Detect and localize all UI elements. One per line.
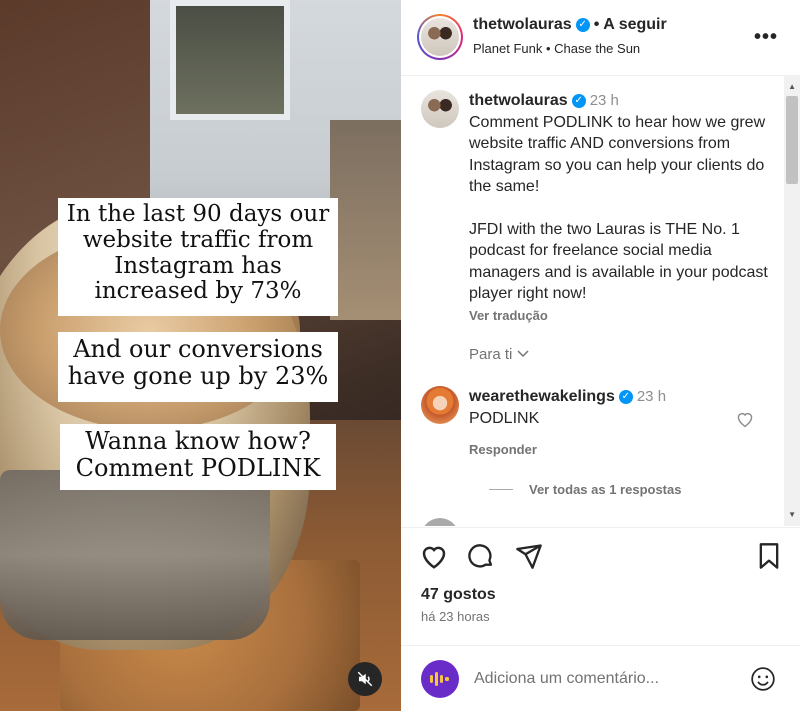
post-panel: thetwolauras ✓ • A seguir Planet Funk • Cha…	[401, 0, 800, 711]
scrollbar-thumb[interactable]	[786, 96, 798, 184]
comments-scroll-area[interactable]: thetwolauras ✓ 23 h Comment PODLINK to hea…	[401, 76, 800, 526]
post-header: thetwolauras ✓ • A seguir Planet Funk • Cha…	[401, 0, 800, 76]
caption-avatar[interactable]	[421, 90, 459, 128]
separator-dot: •	[593, 16, 600, 33]
emoji-icon[interactable]	[750, 666, 776, 697]
post-time-ago: há 23 horas	[421, 609, 490, 624]
view-replies-label: Ver todas as 1 respostas	[529, 482, 682, 497]
add-comment-bar: Adiciona um comentário...	[401, 645, 800, 711]
for-you-label: Para ti	[469, 346, 513, 363]
view-replies-button[interactable]: Ver todas as 1 respostas	[489, 482, 681, 497]
scroll-down-arrow-icon[interactable]: ▼	[788, 510, 796, 519]
music-track-link[interactable]: Planet Funk • Chase the Sun	[473, 41, 640, 56]
chevron-down-icon	[517, 350, 529, 358]
for-you-dropdown[interactable]: Para ti	[469, 346, 529, 363]
share-send-icon[interactable]	[515, 542, 543, 575]
caption-text-1: Comment PODLINK to hear how we grew webs…	[469, 113, 766, 196]
verified-icon: ✓	[618, 389, 633, 404]
likes-count[interactable]: 47 gostos	[421, 586, 496, 604]
like-comment-heart-icon[interactable]	[735, 410, 755, 433]
media-caption-conversions: And our conversions have gone up by 23%	[58, 332, 338, 402]
mute-button[interactable]	[348, 662, 382, 696]
avatar[interactable]	[421, 18, 459, 56]
add-comment-input[interactable]: Adiciona um comentário...	[474, 670, 659, 688]
caption-time: 23 h	[589, 92, 619, 109]
reply-button[interactable]: Responder	[469, 442, 537, 457]
media-caption-cta: Wanna know how? Comment PODLINK	[60, 424, 336, 490]
audio-wave-icon[interactable]	[421, 660, 459, 698]
background-shelf	[330, 120, 401, 320]
translate-link[interactable]: Ver tradução	[469, 305, 769, 327]
caption-username[interactable]: thetwolauras	[469, 92, 568, 109]
like-heart-icon[interactable]	[419, 542, 449, 575]
comment-avatar[interactable]	[421, 386, 459, 424]
comment-username[interactable]: wearethewakelings	[469, 388, 615, 405]
reel-media[interactable]: In the last 90 days our website traffic …	[0, 0, 401, 711]
background-window	[170, 0, 290, 120]
action-bar: 47 gostos há 23 horas	[401, 527, 800, 645]
divider-line	[489, 489, 513, 490]
verified-icon: ✓	[575, 17, 590, 32]
more-options-icon[interactable]: •••	[754, 26, 778, 49]
comment-time: 23 h	[636, 388, 667, 405]
caption-text-2: JFDI with the two Lauras is THE No. 1 po…	[469, 220, 768, 303]
media-caption-traffic: In the last 90 days our website traffic …	[58, 198, 338, 316]
scroll-up-arrow-icon[interactable]: ▲	[788, 82, 796, 91]
save-bookmark-icon[interactable]	[756, 542, 782, 575]
verified-icon: ✓	[571, 93, 586, 108]
coffee-glass	[0, 470, 270, 640]
comment-text: PODLINK	[469, 409, 540, 427]
header-username[interactable]: thetwolauras	[473, 16, 572, 33]
following-button[interactable]: A seguir	[603, 16, 666, 33]
story-ring[interactable]	[417, 14, 463, 60]
speaker-muted-icon	[357, 671, 373, 687]
next-comment-avatar[interactable]	[421, 518, 459, 526]
comment-bubble-icon[interactable]	[467, 542, 495, 575]
